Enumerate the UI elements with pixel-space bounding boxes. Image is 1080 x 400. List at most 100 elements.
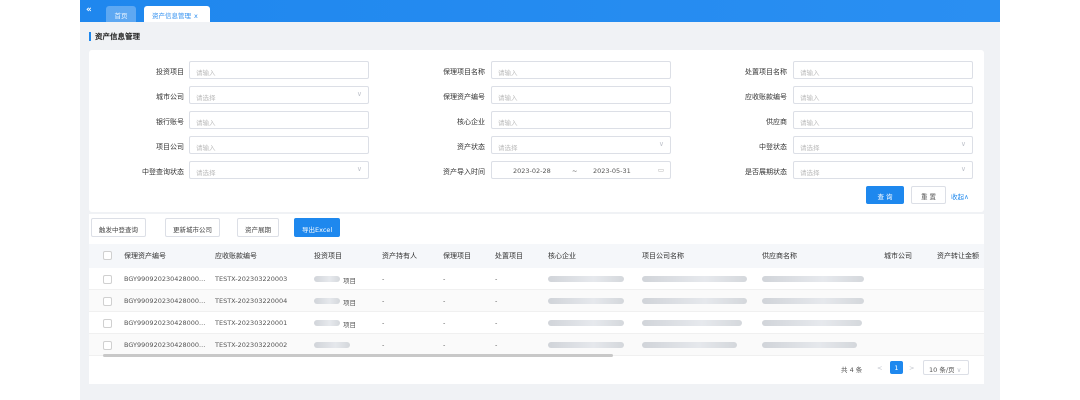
label-zd-status: 中登状态 [759, 143, 787, 151]
cell-asset-no: BGY990920230428000... [124, 297, 206, 305]
row-checkbox[interactable] [103, 341, 112, 350]
redacted-text [548, 298, 624, 304]
asset-extension-button[interactable]: 资产展期 [237, 218, 279, 237]
collapse-filters-link[interactable]: 收起∧ [951, 191, 969, 201]
export-excel-button[interactable]: 导出Excel [294, 218, 341, 237]
redacted-text [762, 320, 862, 326]
bank-account-input[interactable]: 请输入 [189, 111, 369, 129]
factoring-name-input[interactable]: 请输入 [491, 61, 671, 79]
reset-button[interactable]: 重 置 [911, 186, 946, 204]
label-import-time: 资产导入时间 [443, 168, 485, 176]
cell-holder: - [382, 297, 385, 305]
select-all-checkbox[interactable] [103, 251, 112, 260]
col-receivable-no[interactable]: 应收账款编号 [215, 251, 257, 261]
row-checkbox[interactable] [103, 319, 112, 328]
collapse-menu-icon[interactable]: « [86, 5, 92, 15]
pagination-total: 共 4 条 [841, 366, 863, 374]
project-company-input[interactable]: 请输入 [189, 136, 369, 154]
label-city-company: 城市公司 [156, 93, 184, 101]
redacted-text [548, 320, 624, 326]
redacted-text [762, 342, 857, 348]
cell-receivable-no: TESTX-202303220003 [215, 275, 288, 283]
query-button[interactable]: 查 询 [866, 186, 904, 204]
col-disposal[interactable]: 处置项目 [495, 251, 523, 261]
label-asset-status: 资产状态 [457, 143, 485, 151]
label-invest-project: 投资项目 [156, 68, 184, 76]
next-page-icon[interactable]: > [909, 364, 914, 372]
tab-asset-info[interactable]: 资产信息管理 x [144, 6, 210, 22]
page-size-select[interactable]: 10 条/页 ∨ [923, 360, 969, 375]
col-holder[interactable]: 资产持有人 [382, 251, 417, 261]
table-row[interactable]: BGY990920230428000... TESTX-202303220003… [89, 268, 984, 290]
label-zd-query-status: 中登查询状态 [142, 168, 184, 176]
factoring-asset-no-input[interactable]: 请输入 [491, 86, 671, 104]
update-city-company-button[interactable]: 更新城市公司 [165, 218, 220, 237]
chevron-down-icon: ∨ [960, 165, 966, 173]
is-extended-select[interactable]: 请选择 ∨ [793, 161, 973, 179]
cell-holder: - [382, 275, 385, 283]
row-checkbox[interactable] [103, 297, 112, 306]
asset-status-placeholder: 请选择 [498, 144, 518, 152]
cell-holder: - [382, 319, 385, 327]
close-icon[interactable]: x [194, 12, 198, 20]
import-time-range[interactable]: 2023-02-28 ~ 2023-05-31 ▭ [491, 161, 671, 179]
label-is-extended: 是否展期状态 [745, 168, 787, 176]
redacted-text [642, 320, 742, 326]
redacted-text [314, 320, 340, 326]
table-row[interactable]: BGY990920230428000... TESTX-202303220004… [89, 290, 984, 312]
zd-query-status-select[interactable]: 请选择 ∨ [189, 161, 369, 179]
label-receivable-no: 应收账款编号 [745, 93, 787, 101]
cell-disposal: - [495, 341, 498, 349]
redacted-text [314, 298, 340, 304]
col-transfer-amount[interactable]: 资产转让金额 [937, 251, 979, 261]
chevron-down-icon: ∨ [960, 140, 966, 148]
row-checkbox[interactable] [103, 275, 112, 284]
redacted-text [548, 342, 624, 348]
receivable-no-input[interactable]: 请输入 [793, 86, 973, 104]
col-invest-project[interactable]: 投资项目 [314, 251, 342, 261]
label-bank-account: 银行账号 [156, 118, 184, 126]
chevron-down-icon: ∨ [956, 366, 962, 374]
tab-asset-info-label: 资产信息管理 [152, 12, 191, 20]
cell-factoring: - [443, 297, 446, 305]
trigger-zd-query-button[interactable]: 触发中登查询 [91, 218, 146, 237]
invest-project-input[interactable]: 请输入 [189, 61, 369, 79]
supplier-input[interactable]: 请输入 [793, 111, 973, 129]
label-factoring-asset-no: 保理资产编号 [443, 93, 485, 101]
search-form: 投资项目 请输入 城市公司 请选择 ∨ 银行账号 请输入 项目公司 请输入 中登查… [89, 50, 984, 212]
cell-invest: 项目 [343, 299, 356, 307]
app-window: « 首页 资产信息管理 x 资产信息管理 投资项目 请输入 城市公司 请选择 ∨ 银… [80, 0, 1000, 400]
col-project-company[interactable]: 项目公司名称 [642, 251, 684, 261]
cell-factoring: - [443, 319, 446, 327]
zd-status-select[interactable]: 请选择 ∨ [793, 136, 973, 154]
col-factoring[interactable]: 保理项目 [443, 251, 471, 261]
disposal-name-input[interactable]: 请输入 [793, 61, 973, 79]
range-start: 2023-02-28 [513, 167, 551, 175]
redacted-text [642, 298, 747, 304]
cell-disposal: - [495, 297, 498, 305]
prev-page-icon[interactable]: < [877, 364, 882, 372]
zd-query-status-placeholder: 请选择 [196, 169, 216, 177]
redacted-text [314, 342, 350, 348]
cell-asset-no: BGY990920230428000... [124, 275, 206, 283]
cell-invest: 项目 [343, 321, 356, 329]
redacted-text [762, 276, 864, 282]
is-extended-placeholder: 请选择 [800, 169, 820, 177]
cell-factoring: - [443, 341, 446, 349]
tab-home[interactable]: 首页 [106, 6, 136, 22]
page-1-button[interactable]: 1 [890, 361, 903, 374]
table-row[interactable]: BGY990920230428000... TESTX-202303220001… [89, 312, 984, 334]
col-supplier[interactable]: 供应商名称 [762, 251, 797, 261]
redacted-text [762, 298, 864, 304]
core-enterprise-input[interactable]: 请输入 [491, 111, 671, 129]
table-row[interactable]: BGY990920230428000... TESTX-202303220002… [89, 334, 984, 356]
col-city-company[interactable]: 城市公司 [884, 251, 912, 261]
cell-receivable-no: TESTX-202303220002 [215, 341, 288, 349]
city-company-select[interactable]: 请选择 ∨ [189, 86, 369, 104]
range-separator: ~ [572, 167, 578, 175]
col-core-enterprise[interactable]: 核心企业 [548, 251, 576, 261]
asset-status-select[interactable]: 请选择 ∨ [491, 136, 671, 154]
horizontal-scrollbar[interactable] [103, 354, 613, 357]
col-asset-no[interactable]: 保理资产编号 [124, 251, 166, 261]
cell-asset-no: BGY990920230428000... [124, 319, 206, 327]
